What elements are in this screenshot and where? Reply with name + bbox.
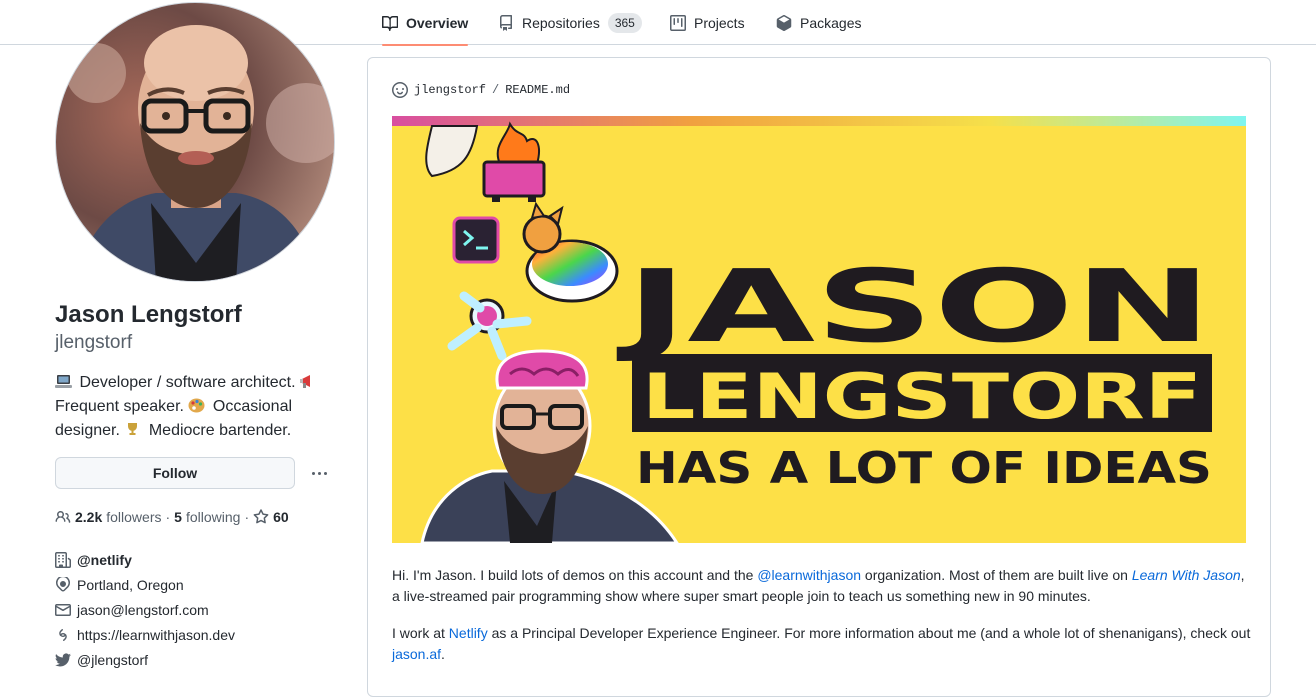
book-icon — [382, 15, 398, 31]
bio-part-4: Mediocre bartender. — [148, 422, 292, 439]
p2-text-3: . — [441, 646, 445, 662]
detail-organization[interactable]: @netlify — [55, 547, 235, 572]
p2-text-2: as a Principal Developer Experience Engi… — [487, 625, 1251, 641]
location-icon — [56, 576, 70, 592]
learn-with-jason-link-text: Learn With Jason — [1131, 567, 1241, 583]
twitter-text: @jlengstorf — [77, 651, 149, 668]
detail-email[interactable]: jason@lengstorf.com — [55, 597, 235, 622]
profile-name: Jason Lengstorf — [55, 301, 242, 328]
organization-text: @netlify — [77, 551, 132, 568]
jason-af-link[interactable]: jason.af — [392, 646, 441, 662]
detail-location: Portland, Oregon — [55, 572, 235, 597]
p1-text-1: Hi. I'm Jason. I build lots of demos on … — [392, 567, 758, 583]
following-link[interactable]: 5 following — [174, 509, 240, 525]
repositories-count-badge: 365 — [607, 12, 642, 33]
mail-icon — [55, 603, 71, 616]
tab-packages[interactable]: Packages — [776, 0, 861, 45]
netlify-link[interactable]: Netlify — [449, 625, 488, 641]
project-icon — [670, 14, 686, 31]
tab-projects-label: Projects — [694, 14, 745, 31]
stars-link[interactable]: 60 — [253, 509, 293, 525]
followers-label: followers — [106, 509, 162, 525]
detail-twitter[interactable]: @jlengstorf — [55, 647, 235, 672]
kebab-dot — [323, 471, 327, 475]
tab-projects[interactable]: Projects — [670, 0, 745, 45]
profile-bio: Developer / software architect. Frequent… — [55, 371, 340, 443]
following-count: 5 — [174, 509, 182, 525]
p1-text-2: organization. Most of them are built liv… — [861, 567, 1132, 583]
package-icon — [776, 14, 792, 31]
profile-username: jlengstorf — [55, 332, 133, 353]
readme-owner-link[interactable]: jlengstorf — [414, 83, 486, 97]
profile-details: @netlify Portland, Oregon jason@lengstor… — [55, 547, 235, 672]
banner-line-2: LENGSTORF — [642, 360, 1202, 433]
follow-button[interactable]: Follow — [55, 457, 295, 489]
people-icon — [55, 511, 71, 523]
readme-paragraph-1: Hi. I'm Jason. I build lots of demos on … — [392, 565, 1252, 607]
bio-part-2: Frequent speaker. — [55, 398, 184, 415]
bio-part-1: Developer / software architect. — [79, 374, 296, 391]
readme-banner-image: JASON LENGSTORF HAS A LOT OF IDEAS — [392, 116, 1246, 543]
tab-overview[interactable]: Overview — [382, 0, 469, 46]
p1-text-3: , — [1240, 567, 1245, 583]
tab-overview-label: Overview — [406, 14, 469, 31]
stars-count: 60 — [273, 509, 289, 525]
p1-text-4: a live-streamed pair programming show wh… — [392, 588, 1091, 604]
trophy-icon — [128, 423, 138, 435]
learnwithjason-org-link[interactable]: @learnwithjason — [757, 567, 861, 583]
follow-stats: 2.2k followers · 5 following · 60 — [55, 507, 293, 527]
email-text: jason@lengstorf.com — [77, 601, 209, 618]
readme-file-link[interactable]: README.md — [505, 83, 570, 97]
banner-graphic: JASON LENGSTORF HAS A LOT OF IDEAS — [392, 116, 1246, 543]
organization-icon — [55, 551, 71, 568]
megaphone-icon — [300, 375, 310, 388]
link-icon — [59, 628, 67, 641]
website-text: https://learnwithjason.dev — [77, 626, 235, 643]
detail-website[interactable]: https://learnwithjason.dev — [55, 622, 235, 647]
profile-avatar[interactable] — [55, 2, 335, 282]
readme-paragraph-2: I work at Netlify as a Principal Develop… — [392, 623, 1252, 665]
palette-icon — [188, 398, 205, 413]
smiley-icon — [392, 82, 408, 98]
tab-repositories[interactable]: Repositories 365 — [498, 0, 642, 45]
readme-path-separator: / — [492, 83, 500, 97]
stats-separator: · — [165, 509, 171, 525]
location-text: Portland, Oregon — [77, 576, 184, 593]
terminal-sticker — [452, 216, 500, 264]
banner-line-3: HAS A LOT OF IDEAS — [636, 443, 1212, 494]
star-icon — [253, 509, 269, 524]
banner-line-1: JASON — [616, 248, 1212, 365]
profile-readme: jlengstorf / README.md JASON LENGSTORF H… — [367, 57, 1271, 697]
repo-icon — [500, 14, 512, 31]
following-label: following — [185, 509, 241, 525]
followers-count: 2.2k — [75, 509, 103, 525]
kebab-dot — [317, 471, 321, 475]
laptop-icon — [55, 375, 72, 388]
readme-header: jlengstorf / README.md — [392, 82, 570, 98]
followers-link[interactable]: 2.2k followers — [75, 509, 162, 525]
twitter-icon — [55, 653, 71, 666]
more-options-button[interactable] — [306, 462, 332, 484]
p2-text-1: I work at — [392, 625, 449, 641]
learn-with-jason-link[interactable]: Learn With Jason — [1132, 567, 1241, 583]
kebab-dot — [311, 471, 315, 475]
stats-separator: · — [244, 509, 250, 525]
tab-repositories-label: Repositories — [522, 14, 600, 31]
tab-packages-label: Packages — [800, 14, 862, 31]
avatar-photo — [56, 3, 334, 281]
